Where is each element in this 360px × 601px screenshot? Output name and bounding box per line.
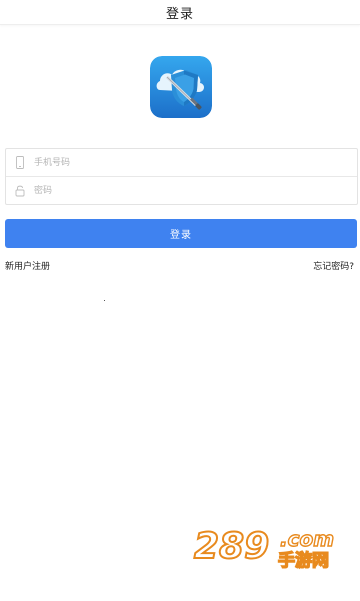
- app-logo: [150, 56, 212, 118]
- watermark-site-name: 手游网: [278, 550, 329, 570]
- top-bar: 登录: [0, 0, 360, 25]
- phone-icon: [16, 156, 24, 169]
- watermark-number: 289: [194, 526, 269, 567]
- register-link[interactable]: 新用户注册: [5, 259, 50, 272]
- stray-dot: [104, 300, 105, 301]
- site-watermark: 289 .com 手游网: [193, 525, 335, 570]
- login-form: [5, 148, 358, 205]
- page-title: 登录: [165, 6, 194, 22]
- password-field: [6, 176, 357, 204]
- lock-icon: [15, 185, 25, 197]
- phone-input[interactable]: [34, 153, 344, 172]
- phone-field: [6, 149, 357, 176]
- password-input[interactable]: [34, 181, 344, 200]
- watermark-domain: .com: [280, 527, 334, 551]
- login-page: 登录 手机号码 登录 新用户注册 忘记密码? 289 .com 手游网: [0, 0, 360, 601]
- shield-sword-icon: [150, 56, 212, 118]
- login-button[interactable]: 登录: [5, 219, 357, 248]
- forgot-password-link[interactable]: 忘记密码?: [313, 259, 354, 272]
